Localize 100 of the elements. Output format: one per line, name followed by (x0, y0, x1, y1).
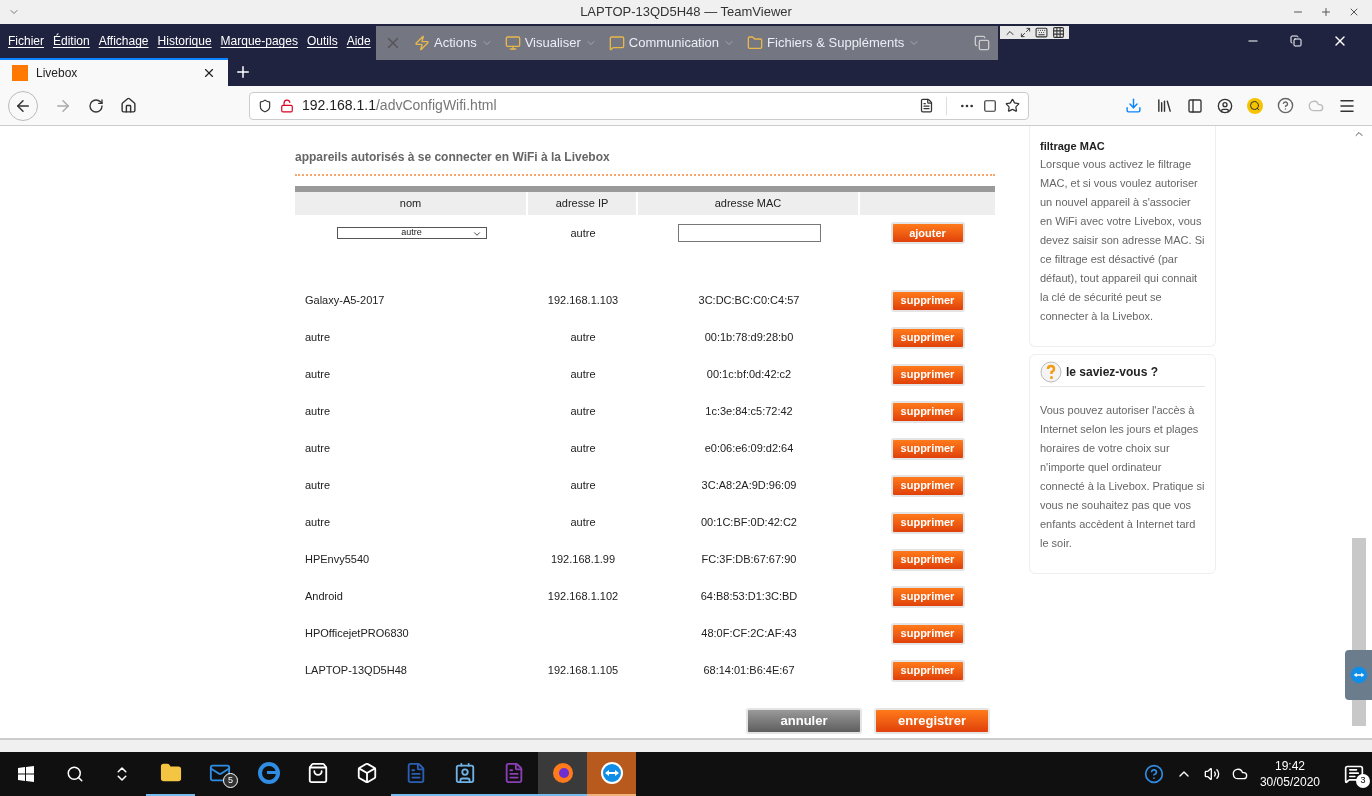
column-header: nom (295, 192, 528, 215)
save-button[interactable]: enregistrer (874, 708, 990, 734)
table-cell-text: 192.168.1.103 (546, 293, 620, 309)
delete-button[interactable]: supprimer (890, 474, 965, 497)
card-title: filtrage MAC (1040, 139, 1106, 154)
close-icon[interactable] (1348, 6, 1360, 18)
menu-item[interactable]: Affichage (98, 32, 149, 50)
table-cell-text: 00:1c:bf:0d:42:c2 (705, 367, 793, 383)
toolbar-menu[interactable]: Visualiser (504, 33, 597, 53)
address-field[interactable]: 192.168.1.1/advConfigWifi.html (249, 91, 1029, 120)
site-favicon-icon (12, 65, 28, 81)
table-cell-text: 192.168.1.102 (546, 589, 620, 605)
close-icon[interactable] (202, 66, 216, 80)
windows-logo-icon (18, 766, 34, 782)
sidebar-icon[interactable] (1187, 97, 1203, 114)
table-cell-text: autre (304, 478, 332, 494)
delete-button[interactable]: supprimer (890, 659, 965, 682)
browser-e-icon (257, 762, 280, 784)
chevron-icon (471, 229, 482, 239)
table-cell-text: Galaxy-A5-2017 (304, 293, 386, 309)
url-text: 192.168.1.1/advConfigWifi.html (302, 96, 497, 115)
table-cell-text: autre (304, 367, 332, 383)
question-icon (1040, 360, 1062, 383)
double-arrow-circle-icon (599, 761, 624, 785)
menu-item[interactable]: Historique (157, 32, 212, 50)
contact-card-icon (453, 762, 476, 784)
tab-title: Livebox (36, 65, 78, 82)
maximize-icon[interactable] (1320, 6, 1332, 18)
table-cell-text: 1c:3e:84:c5:72:42 (704, 404, 794, 420)
help-icon[interactable] (1277, 97, 1294, 114)
table-cell-text: HPOfficejetPRO6830 (304, 626, 410, 642)
table-cell-text: autre (569, 225, 597, 241)
toolbar-menu[interactable]: Fichiers & Suppléments (747, 33, 921, 53)
add-button[interactable]: ajouter (890, 222, 965, 244)
table-cell-text: 68:14:01:B6:4E:67 (702, 663, 796, 679)
search-icon[interactable] (66, 765, 84, 783)
delete-button[interactable]: supprimer (890, 363, 965, 386)
mail-icon (208, 762, 231, 784)
delete-button[interactable]: supprimer (890, 511, 965, 534)
cloud-icon[interactable] (1231, 766, 1248, 782)
expand-icon[interactable] (1020, 27, 1031, 38)
delete-button[interactable]: supprimer (890, 326, 965, 349)
new-tab-icon[interactable] (234, 63, 252, 81)
table-cell-text: autre (304, 330, 332, 346)
delete-button[interactable]: supprimer (890, 289, 965, 312)
fox-globe-icon (551, 762, 574, 784)
card-text: Lorsque vous activez le filtrage MAC, et si vous voulez autoriser un nouvel appareil à s'associer en WiFi avec votre Livebox, vous devez saisir son adresse MAC. Si ce filtrage est désactivé (par défaut), tout appareil qui connait la clé de sécurité peut se connecter à la Livebox. (1040, 156, 1205, 324)
notification-icon[interactable] (1344, 764, 1364, 784)
library-icon[interactable] (1156, 97, 1173, 114)
mac-input-field[interactable] (677, 224, 821, 242)
reload-icon[interactable] (88, 97, 104, 114)
name-select[interactable]: autre (336, 227, 487, 239)
double-arrow-circle-icon (1349, 666, 1368, 684)
menu-item[interactable]: Aide (346, 32, 371, 50)
search-icon[interactable] (1247, 97, 1263, 114)
folder-icon (159, 762, 182, 784)
toolbar-menu[interactable]: Communication (608, 33, 736, 53)
table-cell-text: autre (304, 441, 332, 457)
delete-button[interactable]: supprimer (890, 400, 965, 423)
help-icon[interactable] (1143, 764, 1164, 784)
volume-icon[interactable] (1203, 766, 1220, 782)
home-icon[interactable] (120, 97, 137, 114)
menu-item[interactable]: Édition (53, 32, 90, 50)
taskbar-app[interactable]: 5 (195, 752, 244, 796)
cancel-button[interactable]: annuler (746, 708, 862, 734)
browser-tab[interactable]: Livebox (0, 58, 228, 86)
shield-icon (258, 98, 272, 113)
menu-item[interactable]: Fichier (8, 32, 44, 50)
remote-panel-menu[interactable] (1345, 650, 1372, 700)
window-title: LAPTOP-13QD5H48 — TeamViewer (580, 3, 792, 22)
grid-icon[interactable] (1052, 26, 1065, 39)
table-cell-text: 48:0F:CF:2C:AF:43 (700, 626, 798, 642)
table-cell-text: 192.168.1.105 (546, 663, 620, 679)
toolbar-glyph-icon (414, 35, 430, 51)
shopping-bag-icon (306, 762, 329, 784)
table-cell-text: 00:1b:78:d9:28:b0 (703, 330, 795, 346)
table-cell-text: HPEnvy5540 (304, 552, 371, 568)
star-icon[interactable] (1005, 98, 1020, 113)
menu-item[interactable]: Outils (306, 32, 338, 50)
reader-view-icon[interactable] (919, 98, 934, 113)
delete-button[interactable]: supprimer (890, 585, 965, 608)
menu-item[interactable]: Marque-pages (220, 32, 298, 50)
column-header: adresse IP (528, 192, 638, 215)
card-title: le saviez-vous ? (1066, 363, 1159, 381)
keyboard-icon[interactable] (1035, 26, 1048, 39)
delete-button[interactable]: supprimer (890, 437, 965, 460)
download-icon[interactable] (1125, 97, 1142, 114)
account-icon[interactable] (1217, 97, 1233, 114)
table-cell-text: autre (304, 515, 332, 531)
column-header: adresse MAC (638, 192, 860, 215)
delete-button[interactable]: supprimer (890, 622, 965, 645)
table-cell-text: autre (569, 515, 597, 531)
unlocked-icon (280, 98, 294, 113)
table-cell-text: autre (304, 404, 332, 420)
restore-icon[interactable] (1290, 35, 1302, 47)
delete-button[interactable]: supprimer (890, 548, 965, 571)
table-cell-text: e0:06:e6:09:d2:64 (703, 441, 795, 457)
box-icon (355, 762, 378, 784)
windows-icon[interactable] (974, 35, 990, 51)
toolbar-menu[interactable]: Actions (414, 33, 493, 53)
